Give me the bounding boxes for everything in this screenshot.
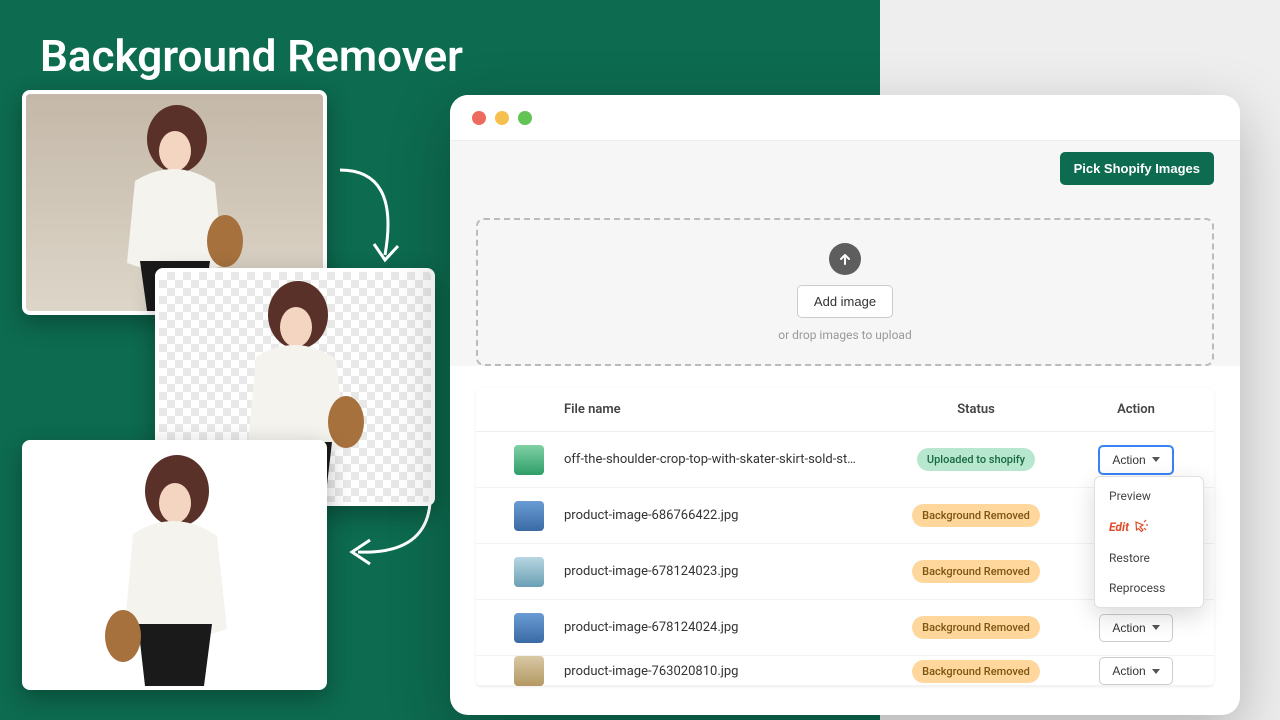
- menu-item-restore[interactable]: Restore: [1095, 543, 1203, 573]
- action-dropdown-button[interactable]: Action: [1099, 614, 1172, 642]
- status-badge: Background Removed: [912, 616, 1040, 639]
- action-button-label: Action: [1112, 453, 1145, 467]
- file-name: product-image-763020810.jpg: [564, 664, 876, 679]
- images-table: File name Status Action off-the-shoulder…: [476, 388, 1214, 686]
- app-window: Pick Shopify Images Add image or drop im…: [450, 95, 1240, 715]
- arrow-icon: [340, 480, 440, 575]
- table-row: off-the-shoulder-crop-top-with-skater-sk…: [476, 432, 1214, 488]
- pick-shopify-images-button[interactable]: Pick Shopify Images: [1060, 152, 1214, 185]
- status-badge: Background Removed: [912, 504, 1040, 527]
- table-header-row: File name Status Action: [476, 388, 1214, 432]
- menu-item-preview[interactable]: Preview: [1095, 481, 1203, 511]
- table-row: product-image-763020810.jpg Background R…: [476, 656, 1214, 686]
- maximize-icon[interactable]: [518, 111, 532, 125]
- cursor-click-icon: [1133, 519, 1149, 535]
- thumbnail-icon: [514, 501, 544, 531]
- page-title: Background Remover: [40, 30, 463, 82]
- file-name: product-image-678124023.jpg: [564, 564, 876, 579]
- chevron-down-icon: [1152, 669, 1160, 674]
- file-name: product-image-678124024.jpg: [564, 620, 876, 635]
- table-row: product-image-678124024.jpg Background R…: [476, 600, 1214, 656]
- thumbnail-icon: [514, 613, 544, 643]
- menu-item-edit[interactable]: Edit: [1095, 511, 1203, 543]
- upload-icon: [829, 243, 861, 275]
- add-image-button[interactable]: Add image: [797, 285, 893, 318]
- person-figure-icon: [85, 451, 265, 686]
- sample-whitebg-card: [22, 440, 327, 690]
- thumbnail-icon: [514, 445, 544, 475]
- toolbar: Pick Shopify Images: [450, 140, 1240, 196]
- action-dropdown-button[interactable]: Action: [1098, 445, 1173, 475]
- file-name: off-the-shoulder-crop-top-with-skater-sk…: [564, 452, 876, 467]
- action-button-label: Action: [1112, 664, 1145, 678]
- window-titlebar: [450, 95, 1240, 140]
- action-dropdown-menu: Preview Edit Restore Reprocess: [1094, 476, 1204, 608]
- status-badge: Uploaded to shopify: [917, 448, 1035, 471]
- status-badge: Background Removed: [912, 560, 1040, 583]
- col-header-status: Status: [876, 402, 1076, 417]
- action-dropdown-button[interactable]: Action: [1099, 657, 1172, 685]
- menu-item-edit-label: Edit: [1109, 520, 1129, 534]
- col-header-action: Action: [1076, 402, 1196, 417]
- minimize-icon[interactable]: [495, 111, 509, 125]
- upload-dropzone[interactable]: Add image or drop images to upload: [476, 218, 1214, 366]
- thumbnail-icon: [514, 656, 544, 686]
- drop-hint-text: or drop images to upload: [778, 328, 911, 342]
- action-button-label: Action: [1112, 621, 1145, 635]
- thumbnail-icon: [514, 557, 544, 587]
- close-icon[interactable]: [472, 111, 486, 125]
- chevron-down-icon: [1152, 625, 1160, 630]
- status-badge: Background Removed: [912, 660, 1040, 683]
- chevron-down-icon: [1152, 457, 1160, 462]
- arrow-icon: [330, 160, 410, 280]
- menu-item-reprocess[interactable]: Reprocess: [1095, 573, 1203, 603]
- col-header-file: File name: [564, 402, 876, 417]
- file-name: product-image-686766422.jpg: [564, 508, 876, 523]
